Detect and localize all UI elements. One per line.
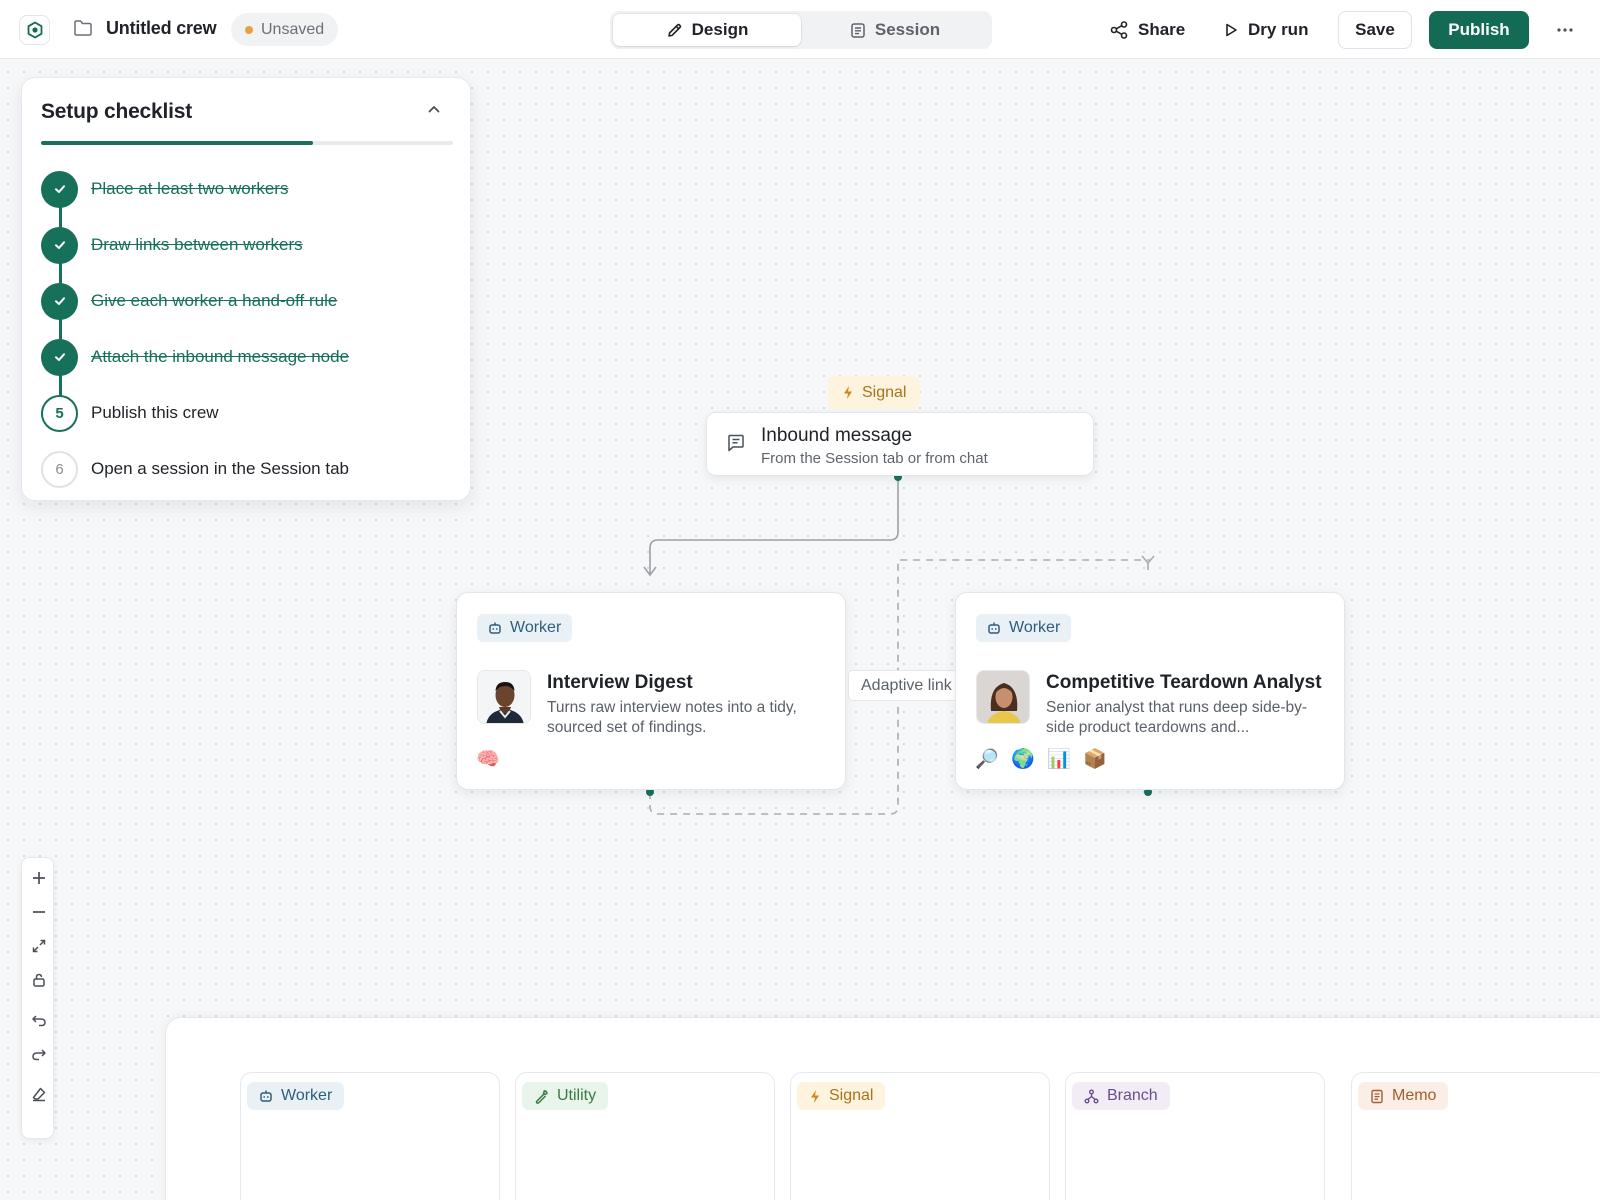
canvas-controls [21,857,54,1139]
palette-tag: Signal [797,1082,886,1110]
checklist-item[interactable]: 6 Open a session in the Session tab [41,450,349,488]
palette-item-branch[interactable]: Branch [1054,1063,1325,1200]
adaptive-link-label[interactable]: Adaptive link [848,670,965,701]
checklist-item[interactable]: Draw links between workers [41,226,303,264]
checklist-progress-fill [41,141,313,145]
message-icon [726,433,746,453]
palette-tag: Memo [1358,1082,1449,1110]
unlock-icon [32,973,45,987]
signal-tag: Signal [828,376,921,409]
worker-tag-label: Worker [510,619,562,636]
robot-icon [988,622,1000,634]
worker-node-competitive-teardown[interactable]: Worker Competitive Teardown Analyst Seni… [955,592,1345,790]
collapse-checklist-button[interactable] [426,101,442,117]
minus-icon [32,910,45,913]
signal-tag-label: Signal [862,383,907,401]
step-number-badge: 5 [41,394,78,432]
checklist-item-label: Draw links between workers [91,235,303,254]
checklist-progress-bar [41,141,453,145]
inbound-message-node[interactable]: Inbound message From the Session tab or … [706,412,1094,476]
wrench-icon [535,1089,548,1104]
palette-item-signal[interactable]: Signal [779,1063,1050,1200]
checklist-item[interactable]: 5 Publish this crew [41,394,219,432]
checklist-item-label: Publish this crew [91,403,219,422]
palette-item-utility[interactable]: Utility [504,1063,775,1200]
palette-tag: Worker [247,1082,345,1110]
checklist-item[interactable]: Place at least two workers [41,170,288,208]
check-icon [41,338,78,376]
palette-label: Worker [281,1087,333,1104]
memo-icon [1371,1089,1383,1103]
palette-label: Signal [829,1087,874,1104]
package-icon: 📦 [1083,749,1107,770]
zoom-out-button[interactable] [29,902,48,921]
palette-label: Branch [1107,1087,1158,1104]
worker-tools: 🔎 🌍 📊 📦 [975,748,1107,770]
palette-tag: Utility [522,1082,609,1110]
checklist-item-label: Open a session in the Session tab [91,459,349,478]
inbound-node-title: Inbound message [761,425,913,446]
robot-icon [489,622,501,634]
zoom-in-button[interactable] [29,868,48,887]
palette-item-memo[interactable]: Memo [1340,1063,1600,1200]
checklist-title: Setup checklist [41,100,193,123]
palette-item-worker[interactable]: Worker [229,1063,500,1200]
worker-node-interview-digest[interactable]: Worker Interview Digest Turns raw interv… [456,592,846,790]
worker-tag-label: Worker [1009,619,1061,636]
worker-tag: Worker [477,614,573,642]
check-icon [41,282,78,320]
checklist-item-label: Give each worker a hand-off rule [91,291,338,310]
fit-view-button[interactable] [29,936,48,955]
worker-name: Competitive Teardown Analyst [1046,672,1322,693]
check-icon [41,170,78,208]
lock-canvas-button[interactable] [29,970,48,989]
brain-icon: 🧠 [476,749,500,770]
undo-button[interactable] [29,1010,48,1029]
bolt-icon [811,1089,819,1103]
step-number-badge: 6 [41,450,78,488]
worker-description: Turns raw interview notes into a tidy, s… [547,699,797,736]
eraser-icon [32,1087,45,1101]
checklist-item[interactable]: Attach the inbound message node [41,338,349,376]
redo-button[interactable] [29,1044,48,1063]
avatar [976,670,1030,724]
worker-tag: Worker [976,614,1072,642]
worker-tools: 🧠 [476,748,500,770]
globe-icon: 🌍 [1011,749,1035,770]
avatar [477,670,531,724]
worker-description: Senior analyst that runs deep side-by-si… [1046,699,1308,736]
bolt-icon [844,386,852,399]
redo-icon [31,1048,46,1060]
checklist-item-label: Attach the inbound message node [91,347,350,366]
worker-name: Interview Digest [547,672,693,693]
undo-icon [31,1014,46,1026]
expand-icon [32,939,45,952]
checklist-item-label: Place at least two workers [91,179,289,198]
check-icon [41,226,78,264]
chevron-up-icon [428,106,440,113]
bar-chart-icon: 📊 [1047,749,1071,770]
robot-icon [260,1090,272,1102]
eraser-button[interactable] [29,1084,48,1103]
plus-icon [32,871,45,884]
magnifier-icon: 🔎 [975,749,999,770]
palette-label: Memo [1392,1087,1437,1104]
setup-checklist-panel: Setup checklist Place at least two worke… [21,77,471,501]
checklist-item[interactable]: Give each worker a hand-off rule [41,282,337,320]
branch-icon [1084,1089,1099,1103]
palette-tag: Branch [1072,1082,1170,1110]
inbound-node-subtitle: From the Session tab or from chat [761,450,988,467]
palette-label: Utility [557,1087,597,1104]
